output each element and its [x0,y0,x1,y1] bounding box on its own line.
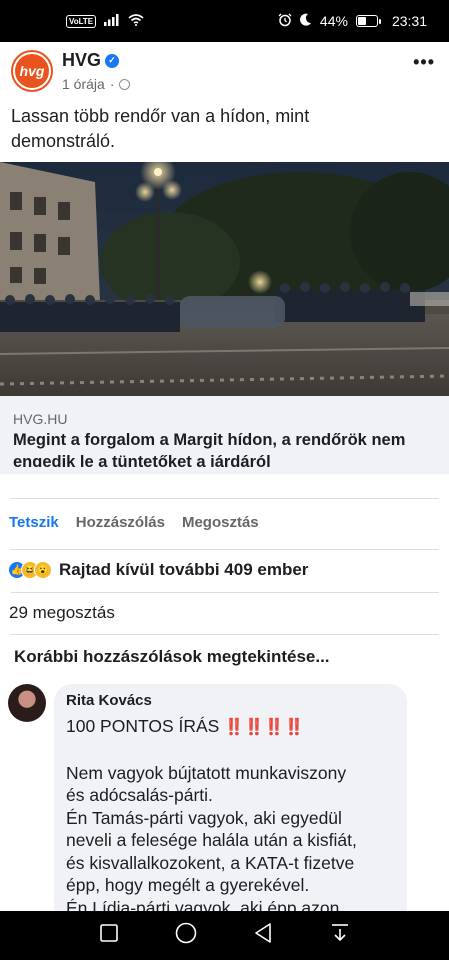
comment-headline-line: 100 PONTOS ÍRÁS ‼️‼️‼️‼️ [66,715,395,740]
post-text-line: demonstráló. [11,131,116,151]
link-preview-image[interactable] [0,162,449,396]
pulldown-arrow-icon [330,923,350,948]
volte-badge: VoLTE [66,14,97,28]
share-button[interactable]: Megosztás [182,514,259,531]
moon-icon [299,13,312,29]
circle-icon [175,922,197,949]
like-button[interactable]: Tetszik [9,514,59,531]
divider [11,498,439,499]
reactions-text: Rajtad kívül további 409 ember [59,560,309,579]
comment-line: és kisvallalkozokent, a KATA-t fizetve [66,852,355,873]
comment-line: Nem vagyok bújtatott munkaviszony [66,762,347,783]
comment-bubble: Rita Kovács 100 PONTOS ÍRÁS ‼️‼️‼️‼️ Nem… [54,684,407,924]
recents-button[interactable] [89,921,129,951]
comment-line: és adócsalás-párti. [66,785,213,805]
post-meta: 1 órája · [62,76,131,92]
double-exclamation-icon: ‼️‼️‼️‼️ [224,719,304,736]
page-name[interactable]: HVG ✓ [62,50,120,71]
back-triangle-icon [254,923,272,948]
post-text: Lassan több rendőr van a hídon, mint dem… [11,104,431,154]
page-avatar[interactable]: hvg [11,50,53,92]
commenter-avatar[interactable] [8,684,46,722]
alarm-icon [278,13,292,30]
system-nav-bar [0,911,449,960]
notification-pulldown-button[interactable] [320,921,360,951]
page-name-label: HVG [62,50,102,70]
square-icon [99,924,118,947]
clock: 23:31 [391,13,427,29]
view-previous-comments-link[interactable]: Korábbi hozzászólások megtekintése... [14,647,330,667]
divider [11,634,439,635]
post-actions: Tetszik Hozzászólás Megosztás [9,514,259,531]
battery-icon [355,15,381,27]
divider [11,592,439,593]
comment-headline: 100 PONTOS ÍRÁS [66,716,220,736]
hvg-logo: hvg [15,54,49,88]
divider [11,549,439,550]
link-domain: HVG.HU [13,411,68,427]
post-time[interactable]: 1 órája [62,76,105,92]
comment-line: Én Tamás-párti vagyok, aki egyedül [66,807,342,828]
back-button[interactable] [243,921,283,951]
wifi-icon [128,13,144,29]
battery-percent: 44% [319,13,348,29]
verified-badge-icon: ✓ [105,53,120,68]
comment-button[interactable]: Hozzászólás [76,514,165,531]
meta-separator: · [109,76,115,92]
home-button[interactable] [166,921,206,951]
more-options-button[interactable]: ••• [413,52,435,73]
comment-line: épp, hogy megélt a gyerekével. [66,875,310,895]
status-bar: VoLTE 44% 23:31 [0,0,449,42]
wow-reaction-icon: 😮 [34,561,52,579]
reaction-icons: 👍 😆 😮 [8,561,52,579]
link-card[interactable]: HVG.HU Megint a forgalom a Margit hídon,… [0,396,449,474]
signal-icon [104,13,120,29]
post-text-line: Lassan több rendőr van a hídon, mint [11,106,310,126]
link-title: Megint a forgalom a Margit hídon, a rend… [13,431,406,467]
shares-count[interactable]: 29 megosztás [9,603,115,623]
comment-author[interactable]: Rita Kovács [66,692,395,709]
globe-icon [119,78,131,90]
comment-line: neveli a felesége halála után a kisfiát, [66,830,357,850]
reactions-summary[interactable]: 👍 😆 😮 Rajtad kívül további 409 ember [8,560,308,580]
post-header: hvg HVG ✓ 1 órája · ••• [0,46,449,98]
